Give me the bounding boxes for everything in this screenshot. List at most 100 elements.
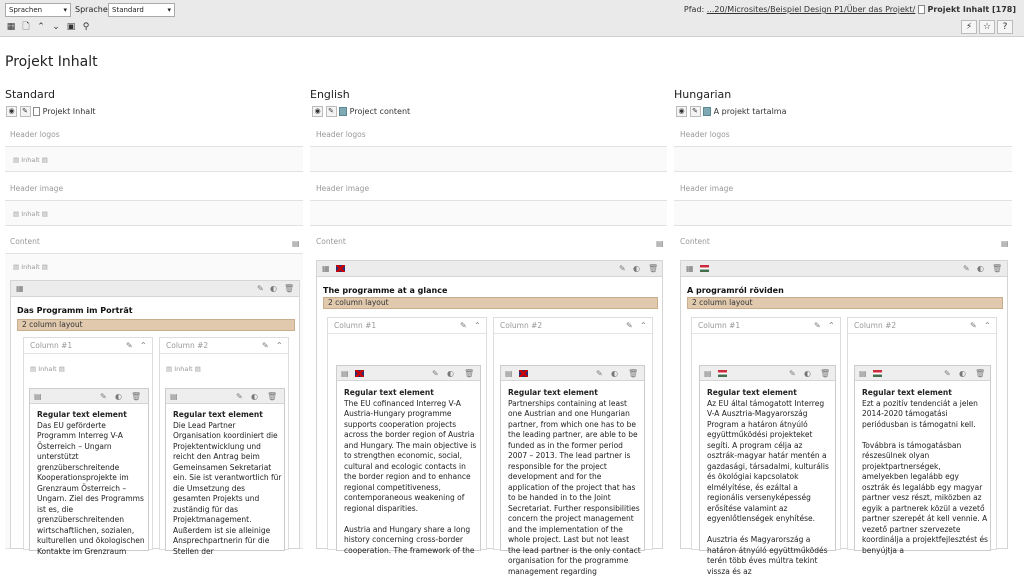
- edit-icon[interactable]: ✎: [619, 264, 626, 273]
- text-element: ▤ ✎ ◐ 🗑 Regular text element The EU cofinanc…: [336, 365, 481, 555]
- edit-icon[interactable]: ✎: [100, 392, 107, 401]
- element-header: ▤ ✎ ◐ 🗑: [166, 389, 284, 404]
- edit-icon[interactable]: ✎: [963, 264, 970, 273]
- edit-icon[interactable]: ✎: [262, 341, 269, 350]
- lang-heading-hungarian: Hungarian: [674, 88, 732, 101]
- toggle-icon[interactable]: ◐: [115, 392, 122, 401]
- view-icon[interactable]: ◉: [6, 106, 17, 117]
- collapse-icon[interactable]: ⌃: [640, 321, 647, 330]
- breadcrumb-path[interactable]: ...20/Microsites/Beispiel Design P1/Über…: [707, 5, 916, 14]
- element-header: ▦ ✎ ◐ 🗑: [317, 261, 662, 277]
- element-type-icon: ▤: [341, 369, 349, 378]
- edit-icon[interactable]: ✎: [432, 369, 439, 378]
- edit-section-icon[interactable]: ▤: [1001, 239, 1009, 248]
- page-row-standard: ◉ ✎ Projekt Inhalt: [6, 106, 96, 118]
- page-row-hungarian: ◉ ✎ A projekt tartalma: [676, 106, 786, 118]
- section-header-image: Header image: [10, 184, 64, 193]
- edit-icon[interactable]: ✎: [19, 106, 31, 117]
- toggle-icon[interactable]: ◐: [447, 369, 454, 378]
- toggle-icon[interactable]: ◐: [611, 369, 618, 378]
- column-header: Column #1 ✎ ⌃: [328, 318, 486, 334]
- module-icon[interactable]: ▣: [65, 21, 77, 33]
- section-header-image: Header image: [316, 184, 370, 193]
- view-columns-icon[interactable]: ▦: [5, 21, 17, 33]
- toggle-icon[interactable]: ◐: [959, 369, 966, 378]
- container-title: The programme at a glance: [323, 286, 448, 295]
- help-icon[interactable]: ?: [997, 20, 1013, 34]
- delete-icon[interactable]: 🗑: [992, 264, 1002, 273]
- toggle-icon[interactable]: ◐: [633, 264, 640, 273]
- layout-bar: 2 column layout: [687, 297, 1003, 309]
- collapse-icon[interactable]: ⌃: [140, 341, 147, 350]
- move-up-icon[interactable]: ⌃: [35, 21, 47, 33]
- language-select[interactable]: Sprachen ▾: [5, 3, 71, 17]
- text-element: ▤ ✎ ◐ 🗑 Regular text element Das EU geförder…: [29, 388, 149, 556]
- collapse-icon[interactable]: ⌃: [828, 321, 835, 330]
- collapse-icon[interactable]: ⌃: [984, 321, 991, 330]
- text-element: ▤ ✎ ◐ 🗑 Regular text element Partnerships co…: [500, 365, 645, 576]
- layout-bar: 2 column layout: [323, 297, 658, 309]
- edit-icon[interactable]: ✎: [944, 369, 951, 378]
- edit-section-icon[interactable]: ▤: [292, 239, 300, 248]
- grid-icon: ▦: [16, 284, 24, 293]
- delete-icon[interactable]: 🗑: [820, 369, 830, 378]
- edit-icon[interactable]: ✎: [626, 321, 633, 330]
- move-down-icon[interactable]: ⌄: [50, 21, 62, 33]
- collapse-icon[interactable]: ⌃: [276, 341, 283, 350]
- delete-icon[interactable]: 🗑: [464, 369, 474, 378]
- lightning-icon[interactable]: ⚡: [961, 20, 977, 34]
- star-icon[interactable]: ☆: [979, 20, 995, 34]
- page-name: Project content: [349, 107, 411, 116]
- delete-icon[interactable]: 🗑: [131, 392, 141, 401]
- edit-icon[interactable]: ✎: [689, 106, 701, 117]
- new-content-button[interactable]: ▤ Inhalt ▤: [166, 364, 201, 374]
- new-page-icon[interactable]: 🗋: [20, 21, 32, 33]
- edit-icon[interactable]: ✎: [814, 321, 821, 330]
- sprache-select[interactable]: Standard ▾: [108, 3, 175, 17]
- delete-icon[interactable]: 🗑: [284, 284, 294, 293]
- page-icon: [33, 107, 41, 116]
- new-content-button[interactable]: ▤ Inhalt ▤: [13, 209, 48, 219]
- new-content-button[interactable]: ▤ Inhalt ▤: [13, 262, 48, 272]
- toggle-icon[interactable]: ◐: [270, 284, 277, 293]
- edit-section-icon[interactable]: ▤: [656, 239, 664, 248]
- hungary-flag-icon: [700, 265, 709, 272]
- delete-icon[interactable]: 🗑: [975, 369, 985, 378]
- view-icon[interactable]: ◉: [676, 106, 687, 117]
- toggle-icon[interactable]: ◐: [977, 264, 984, 273]
- breadcrumb-current: Projekt Inhalt [178]: [927, 5, 1016, 14]
- grid-column-1: Column #1 ✎ ⌃ ▤ ✎ ◐ 🗑 Regular text element Az …: [691, 317, 841, 576]
- delete-icon[interactable]: 🗑: [267, 392, 277, 401]
- column-header: Column #2 ✎ ⌃: [494, 318, 652, 334]
- delete-icon[interactable]: 🗑: [628, 369, 638, 378]
- edit-icon[interactable]: ✎: [126, 341, 133, 350]
- element-header: ▦ ✎ ◐ 🗑: [681, 261, 1007, 277]
- edit-icon[interactable]: ✎: [325, 106, 337, 117]
- search-icon[interactable]: ⚲: [80, 21, 92, 33]
- text-element: ▤ ✎ ◐ 🗑 Regular text element Az EU által tám…: [699, 365, 836, 576]
- grid-column-1: Column #1 ✎ ⌃ ▤ ✎ ◐ 🗑 Regular text element The…: [327, 317, 487, 555]
- layout-bar: 2 column layout: [17, 319, 295, 331]
- edit-icon[interactable]: ✎: [236, 392, 243, 401]
- edit-icon[interactable]: ✎: [257, 284, 264, 293]
- toggle-icon[interactable]: ◐: [251, 392, 258, 401]
- element-body: Regular text element Die Lead Partner Org…: [173, 410, 282, 556]
- new-content-button[interactable]: ▤ Inhalt ▤: [13, 155, 48, 165]
- page-row-english: ◉ ✎ Project content: [312, 106, 410, 118]
- delete-icon[interactable]: 🗑: [648, 264, 658, 273]
- breadcrumb: Pfad: ...20/Microsites/Beispiel Design P…: [684, 5, 1016, 14]
- edit-icon[interactable]: ✎: [789, 369, 796, 378]
- element-header: ▤ ✎ ◐ 🗑: [700, 366, 835, 381]
- translated-page-icon: [339, 107, 348, 116]
- element-type-icon: ▤: [170, 392, 178, 401]
- new-content-button[interactable]: ▤ Inhalt ▤: [30, 364, 65, 374]
- header-image-slot: [310, 200, 667, 226]
- container-title: Das Programm im Porträt: [17, 306, 133, 315]
- toggle-icon[interactable]: ◐: [804, 369, 811, 378]
- collapse-icon[interactable]: ⌃: [474, 321, 481, 330]
- edit-icon[interactable]: ✎: [970, 321, 977, 330]
- edit-icon[interactable]: ✎: [460, 321, 467, 330]
- grid-icon: ▦: [322, 264, 330, 273]
- view-icon[interactable]: ◉: [312, 106, 323, 117]
- edit-icon[interactable]: ✎: [596, 369, 603, 378]
